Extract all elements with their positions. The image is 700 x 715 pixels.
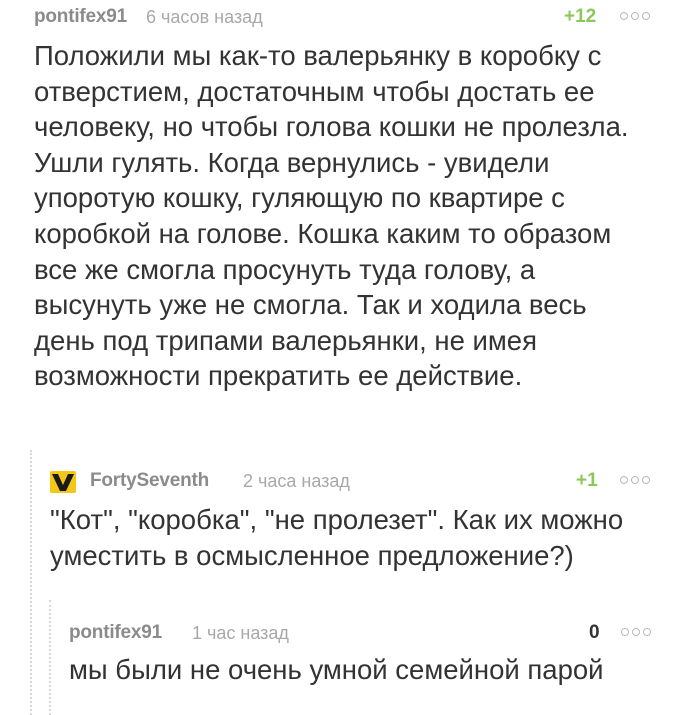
more-options-icon[interactable]	[620, 476, 652, 486]
more-options-icon[interactable]	[620, 12, 652, 22]
comment-time[interactable]: 6 часов назад	[146, 7, 263, 28]
comment-text: мы были не очень умной семейной парой	[69, 654, 604, 685]
thread-line-level-2	[49, 600, 51, 715]
comment-root: pontifex91 6 часов назад +12 Положили мы…	[34, 6, 684, 391]
comment-reply: pontifex91 1 час назад 0 мы были не очен…	[69, 622, 689, 685]
comment-username[interactable]: FortySeventh	[90, 470, 209, 492]
thread-line-level-1	[30, 450, 32, 715]
comment-text: Положили мы как-то валерьянку в коробку …	[34, 40, 629, 392]
comment-time[interactable]: 1 час назад	[192, 623, 289, 644]
comment-header: pontifex91 6 часов назад +12	[34, 6, 684, 32]
comment-rating: +12	[564, 6, 597, 27]
comment-username[interactable]: pontifex91	[34, 6, 127, 28]
comment-rating: +1	[576, 470, 598, 491]
comment-header: pontifex91 1 час назад 0	[69, 622, 689, 648]
more-options-icon[interactable]	[621, 628, 653, 638]
comment-username[interactable]: pontifex91	[69, 622, 162, 644]
comment-time[interactable]: 2 часа назад	[243, 471, 350, 492]
avatar-icon[interactable]	[50, 471, 76, 493]
comment-text: "Кот", "коробка", "не пролезет". Как их …	[50, 504, 624, 571]
comment-header: FortySeventh 2 часа назад +1	[50, 470, 690, 496]
comment-rating: 0	[589, 622, 600, 643]
comment-reply: FortySeventh 2 часа назад +1 "Кот", "кор…	[50, 470, 690, 571]
